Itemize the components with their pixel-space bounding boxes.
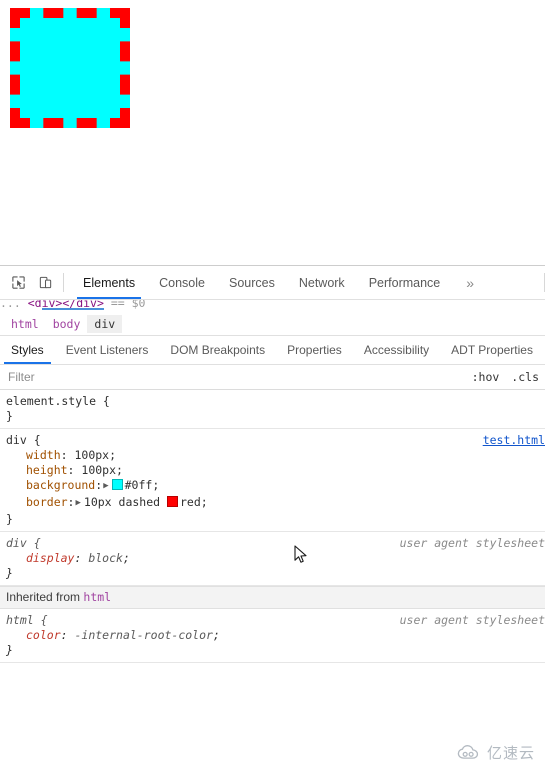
tab-adt-properties-label: ADT Properties <box>451 343 533 357</box>
declaration-width-property: width <box>26 448 61 462</box>
expand-triangle-icon[interactable]: ▶ <box>75 496 80 511</box>
breadcrumb: html body div <box>0 313 545 336</box>
declaration-display-property: display <box>26 551 75 565</box>
tab-performance-label: Performance <box>368 275 441 290</box>
declaration-color[interactable]: color: -internal-root-color; <box>6 628 545 643</box>
more-tabs-button[interactable]: » <box>452 266 488 299</box>
inspect-element-button[interactable] <box>5 266 32 299</box>
tab-adt-properties[interactable]: ADT Properties <box>440 336 544 364</box>
toolbar-divider <box>63 273 64 292</box>
dom-selection-underline <box>42 308 104 310</box>
tab-styles[interactable]: Styles <box>0 336 55 364</box>
tab-sources[interactable]: Sources <box>217 266 287 299</box>
declaration-height[interactable]: height: 100px; <box>6 463 545 478</box>
declaration-border-property: border <box>26 495 68 509</box>
breadcrumb-item-html[interactable]: html <box>4 315 46 333</box>
breadcrumb-item-div[interactable]: div <box>87 315 123 333</box>
color-swatch-red[interactable] <box>167 496 178 507</box>
tab-console[interactable]: Console <box>147 266 217 299</box>
rule-div-author-origin[interactable]: test.html <box>483 433 545 448</box>
styles-rules-list: element.style { } test.html div { width:… <box>0 390 545 663</box>
rule-div-author-selector: div { <box>6 433 41 447</box>
tab-styles-label: Styles <box>11 343 44 357</box>
watermark: 亿速云 <box>457 742 535 763</box>
demo-div-element <box>10 8 130 128</box>
tab-event-listeners[interactable]: Event Listeners <box>55 336 160 364</box>
rule-div-author-close: } <box>6 512 13 526</box>
styles-filter-input[interactable] <box>0 365 466 389</box>
dom-ellipsis: ... <box>0 300 21 310</box>
cloud-icon <box>457 744 479 759</box>
tab-network-label: Network <box>298 275 345 290</box>
inspect-element-icon <box>12 276 25 289</box>
device-toolbar-button[interactable] <box>32 266 59 299</box>
tab-properties-label: Properties <box>287 343 342 357</box>
devtools-panel: Elements Console Sources Network Perform… <box>0 265 545 776</box>
color-swatch-cyan[interactable] <box>111 479 123 490</box>
declaration-width-value: 100px <box>74 448 110 462</box>
page-viewport <box>0 0 545 265</box>
class-toggle[interactable]: .cls <box>505 370 545 384</box>
declaration-border-value-prefix: 10px dashed <box>83 495 167 509</box>
hover-state-toggle[interactable]: :hov <box>466 370 506 384</box>
declaration-background[interactable]: background:▶ #0ff; <box>6 478 545 495</box>
tab-console-label: Console <box>159 275 205 290</box>
devtools-tab-list: Elements Console Sources Network Perform… <box>71 266 544 299</box>
chevron-double-right-icon: » <box>466 274 475 291</box>
inherited-from-source[interactable]: html <box>83 590 111 604</box>
declaration-border-color-value: red <box>180 495 201 509</box>
breadcrumb-item-body[interactable]: body <box>46 315 88 333</box>
tab-dom-breakpoints[interactable]: DOM Breakpoints <box>159 336 276 364</box>
devtools-toolbar: Elements Console Sources Network Perform… <box>0 266 545 300</box>
tab-properties[interactable]: Properties <box>276 336 353 364</box>
declaration-background-property: background <box>26 478 96 492</box>
inherited-from-label: Inherited from <box>6 590 81 604</box>
rule-html-user-agent-close: } <box>6 643 13 657</box>
tab-accessibility-label: Accessibility <box>363 343 430 357</box>
declaration-background-value: #0ff <box>124 478 153 492</box>
declaration-height-value: 100px <box>81 463 117 477</box>
expand-triangle-icon[interactable]: ▶ <box>103 479 108 494</box>
styles-sidebar-tabs: Styles Event Listeners DOM Breakpoints P… <box>0 336 545 365</box>
tab-elements[interactable]: Elements <box>71 266 147 299</box>
rule-html-user-agent-origin: user agent stylesheet <box>399 613 545 627</box>
declaration-color-property: color <box>26 628 61 642</box>
rule-div-user-agent[interactable]: user agent stylesheet div { display: blo… <box>0 532 545 586</box>
tab-elements-label: Elements <box>83 275 136 290</box>
rule-element-style-selector: element.style { <box>6 394 110 408</box>
tab-event-listeners-label: Event Listeners <box>65 343 149 357</box>
declaration-display-value: block <box>88 551 123 565</box>
rule-div-author[interactable]: test.html div { width: 100px; height: 10… <box>0 429 545 532</box>
declaration-width[interactable]: width: 100px; <box>6 448 545 463</box>
rule-element-style-close: } <box>6 409 13 423</box>
device-toolbar-icon <box>39 276 52 289</box>
dom-selection-marker: == $0 <box>110 300 146 310</box>
watermark-text: 亿速云 <box>486 745 535 762</box>
declaration-color-value: -internal-root-color <box>74 628 213 642</box>
inherited-from-header: Inherited from html <box>0 586 545 609</box>
rule-html-user-agent[interactable]: user agent stylesheet html { color: -int… <box>0 609 545 663</box>
tab-dom-breakpoints-label: DOM Breakpoints <box>170 343 266 357</box>
dom-tree-sliver[interactable]: ... <div></div> == $0 <box>0 300 545 313</box>
rule-element-style[interactable]: element.style { } <box>0 390 545 429</box>
tab-accessibility[interactable]: Accessibility <box>353 336 440 364</box>
tab-network[interactable]: Network <box>287 266 357 299</box>
declaration-border[interactable]: border:▶ 10px dashed red; <box>6 495 545 512</box>
rule-div-user-agent-origin: user agent stylesheet <box>399 536 545 550</box>
declaration-height-property: height <box>26 463 68 477</box>
tab-performance[interactable]: Performance <box>357 266 453 299</box>
declaration-display[interactable]: display: block; <box>6 551 545 566</box>
styles-filter-row: :hov .cls <box>0 365 545 390</box>
rule-div-user-agent-close: } <box>6 566 13 580</box>
tab-sources-label: Sources <box>228 275 275 290</box>
